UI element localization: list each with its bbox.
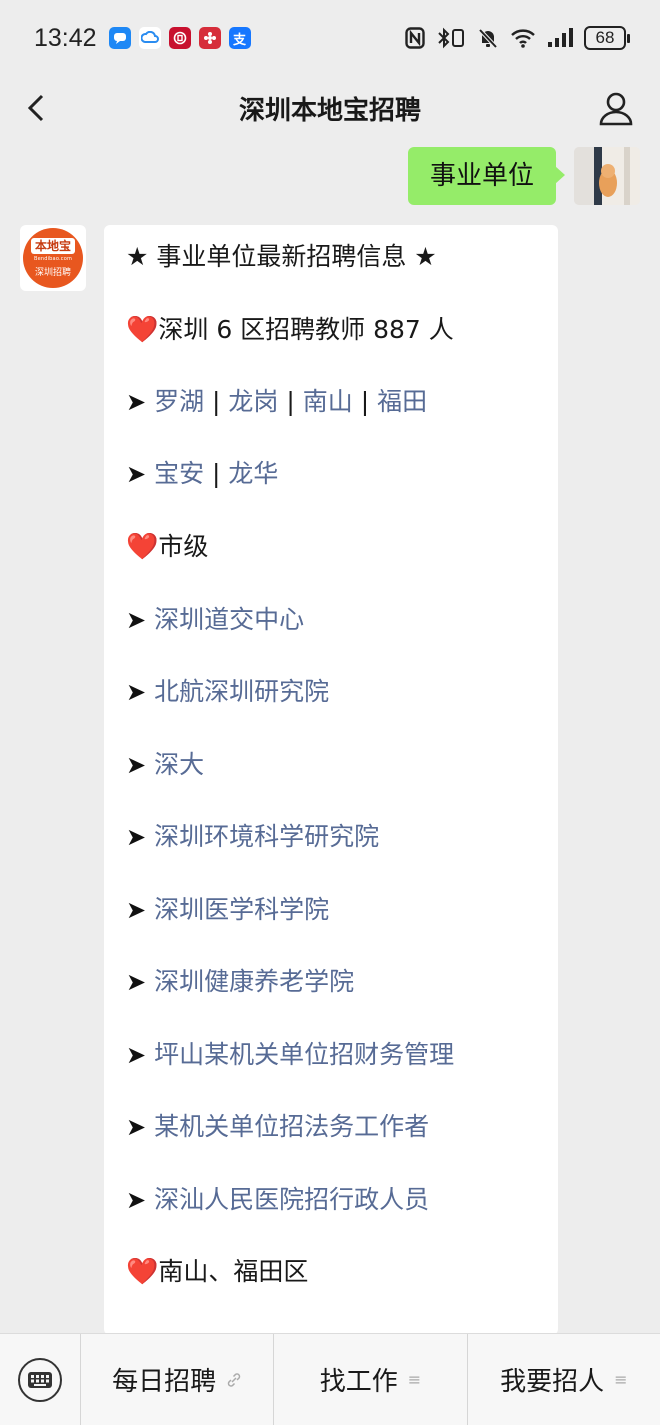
flower-app-icon: [198, 27, 221, 49]
keyboard-toggle-button[interactable]: [0, 1334, 80, 1425]
mute-bell-icon: [478, 28, 498, 49]
menu-daily-jobs[interactable]: 每日招聘: [80, 1333, 273, 1425]
page-title: 深圳本地宝招聘: [238, 96, 421, 126]
arrow-icon: ➤: [126, 968, 147, 996]
link-longgang[interactable]: 龙岗: [228, 387, 278, 416]
job-link[interactable]: 深圳健康养老学院: [154, 967, 354, 996]
arrow-icon: ➤: [126, 1186, 147, 1214]
outgoing-message-bubble[interactable]: 事业单位: [407, 147, 566, 205]
chat-header: 深圳本地宝招聘: [0, 76, 660, 140]
bottom-menu-bar: 每日招聘 找工作 ≡ 我要招人 ≡: [0, 1333, 660, 1425]
link-icon: [227, 1372, 241, 1387]
job-link[interactable]: 深圳环境科学研究院: [154, 822, 379, 851]
bot-avatar[interactable]: 本地宝 Bendibao.com 深圳招聘: [20, 225, 86, 291]
job-link[interactable]: 深大: [154, 750, 204, 779]
status-time: 13:42: [34, 23, 97, 52]
link-luohu[interactable]: 罗湖: [154, 387, 204, 416]
job-link[interactable]: 坪山某机关单位招财务管理: [154, 1040, 454, 1069]
menu-label: 我要招人: [500, 1367, 605, 1397]
message-app-icon: [108, 27, 131, 49]
list-item: ➤ 深大: [126, 745, 204, 785]
heart-icon: ❤️: [126, 315, 159, 345]
menu-post-job[interactable]: 我要招人 ≡: [466, 1333, 660, 1425]
alipay-app-icon: 支: [228, 27, 251, 49]
arrow-icon: ➤: [126, 606, 147, 634]
section-city-level: ❤️市级: [126, 527, 208, 567]
user-avatar[interactable]: [574, 147, 640, 205]
link-nanshan[interactable]: 南山: [303, 387, 353, 416]
section-teachers: ❤️深圳 6 区招聘教师 887 人: [126, 310, 454, 350]
status-bar: 13:42 支 68: [0, 0, 660, 76]
menu-find-job[interactable]: 找工作 ≡: [273, 1333, 466, 1425]
job-link[interactable]: 深圳道交中心: [154, 605, 304, 634]
heart-icon: ❤️: [126, 532, 159, 562]
list-item: ➤ 坪山某机关单位招财务管理: [126, 1035, 454, 1075]
section-label: 深圳 6 区招聘教师 887 人: [158, 315, 454, 344]
profile-button[interactable]: [596, 88, 636, 128]
list-item: ➤ 深圳医学科学院: [126, 890, 329, 930]
list-item: ➤ 深圳健康养老学院: [126, 962, 354, 1002]
list-item: ➤ 深圳环境科学研究院: [126, 817, 379, 857]
section-label: 南山、福田区: [158, 1257, 309, 1286]
arrow-icon: ➤: [126, 388, 147, 416]
incoming-message-bubble: ★ 事业单位最新招聘信息 ★ ❤️深圳 6 区招聘教师 887 人 ➤ 罗湖 |…: [104, 225, 558, 1335]
list-item: ➤ 某机关单位招法务工作者: [126, 1107, 429, 1147]
section-nanshan-futian: ❤️南山、福田区: [126, 1252, 308, 1292]
bank-app-icon: [168, 27, 191, 49]
link-baoan[interactable]: 宝安: [154, 459, 204, 488]
job-link[interactable]: 北航深圳研究院: [154, 677, 329, 706]
arrow-icon: ➤: [126, 678, 147, 706]
heart-icon: ❤️: [126, 1257, 159, 1287]
list-item: ➤ 深圳道交中心: [126, 600, 304, 640]
job-link[interactable]: 某机关单位招法务工作者: [154, 1112, 429, 1141]
menu-label: 每日招聘: [112, 1367, 217, 1397]
arrow-icon: ➤: [126, 460, 147, 488]
battery-indicator: 68: [584, 26, 630, 50]
nfc-icon: [405, 27, 425, 49]
section-label: 市级: [158, 532, 209, 561]
bluetooth-vibrate-icon: [438, 27, 464, 49]
bendibao-logo: 本地宝 Bendibao.com 深圳招聘: [23, 228, 83, 288]
cloud-app-icon: [138, 27, 161, 49]
status-icons: 68: [405, 26, 630, 50]
submenu-icon: ≡: [614, 1370, 628, 1389]
message-heading: ★ 事业单位最新招聘信息 ★: [126, 242, 437, 271]
link-futian[interactable]: 福田: [377, 387, 427, 416]
list-item: ➤ 北航深圳研究院: [126, 672, 329, 712]
arrow-icon: ➤: [126, 751, 147, 779]
job-link[interactable]: 深圳医学科学院: [154, 895, 329, 924]
arrow-icon: ➤: [126, 1113, 147, 1141]
job-link[interactable]: 深汕人民医院招行政人员: [154, 1185, 429, 1214]
user-icon: [599, 92, 633, 126]
submenu-icon: ≡: [407, 1370, 422, 1389]
list-item: ➤ 深汕人民医院招行政人员: [126, 1180, 429, 1220]
district-links-row-1: ➤ 罗湖 | 龙岗 | 南山 | 福田: [126, 387, 428, 416]
menu-label: 找工作: [319, 1367, 398, 1397]
arrow-icon: ➤: [126, 823, 147, 851]
outgoing-message-text: 事业单位: [429, 161, 534, 191]
link-longhua[interactable]: 龙华: [228, 459, 278, 488]
arrow-icon: ➤: [126, 896, 147, 924]
wifi-icon: [511, 29, 535, 48]
keyboard-icon: [18, 1357, 62, 1402]
signal-icon: [548, 28, 573, 47]
district-links-row-2: ➤ 宝安 | 龙华: [126, 459, 279, 488]
arrow-icon: ➤: [126, 1041, 147, 1069]
